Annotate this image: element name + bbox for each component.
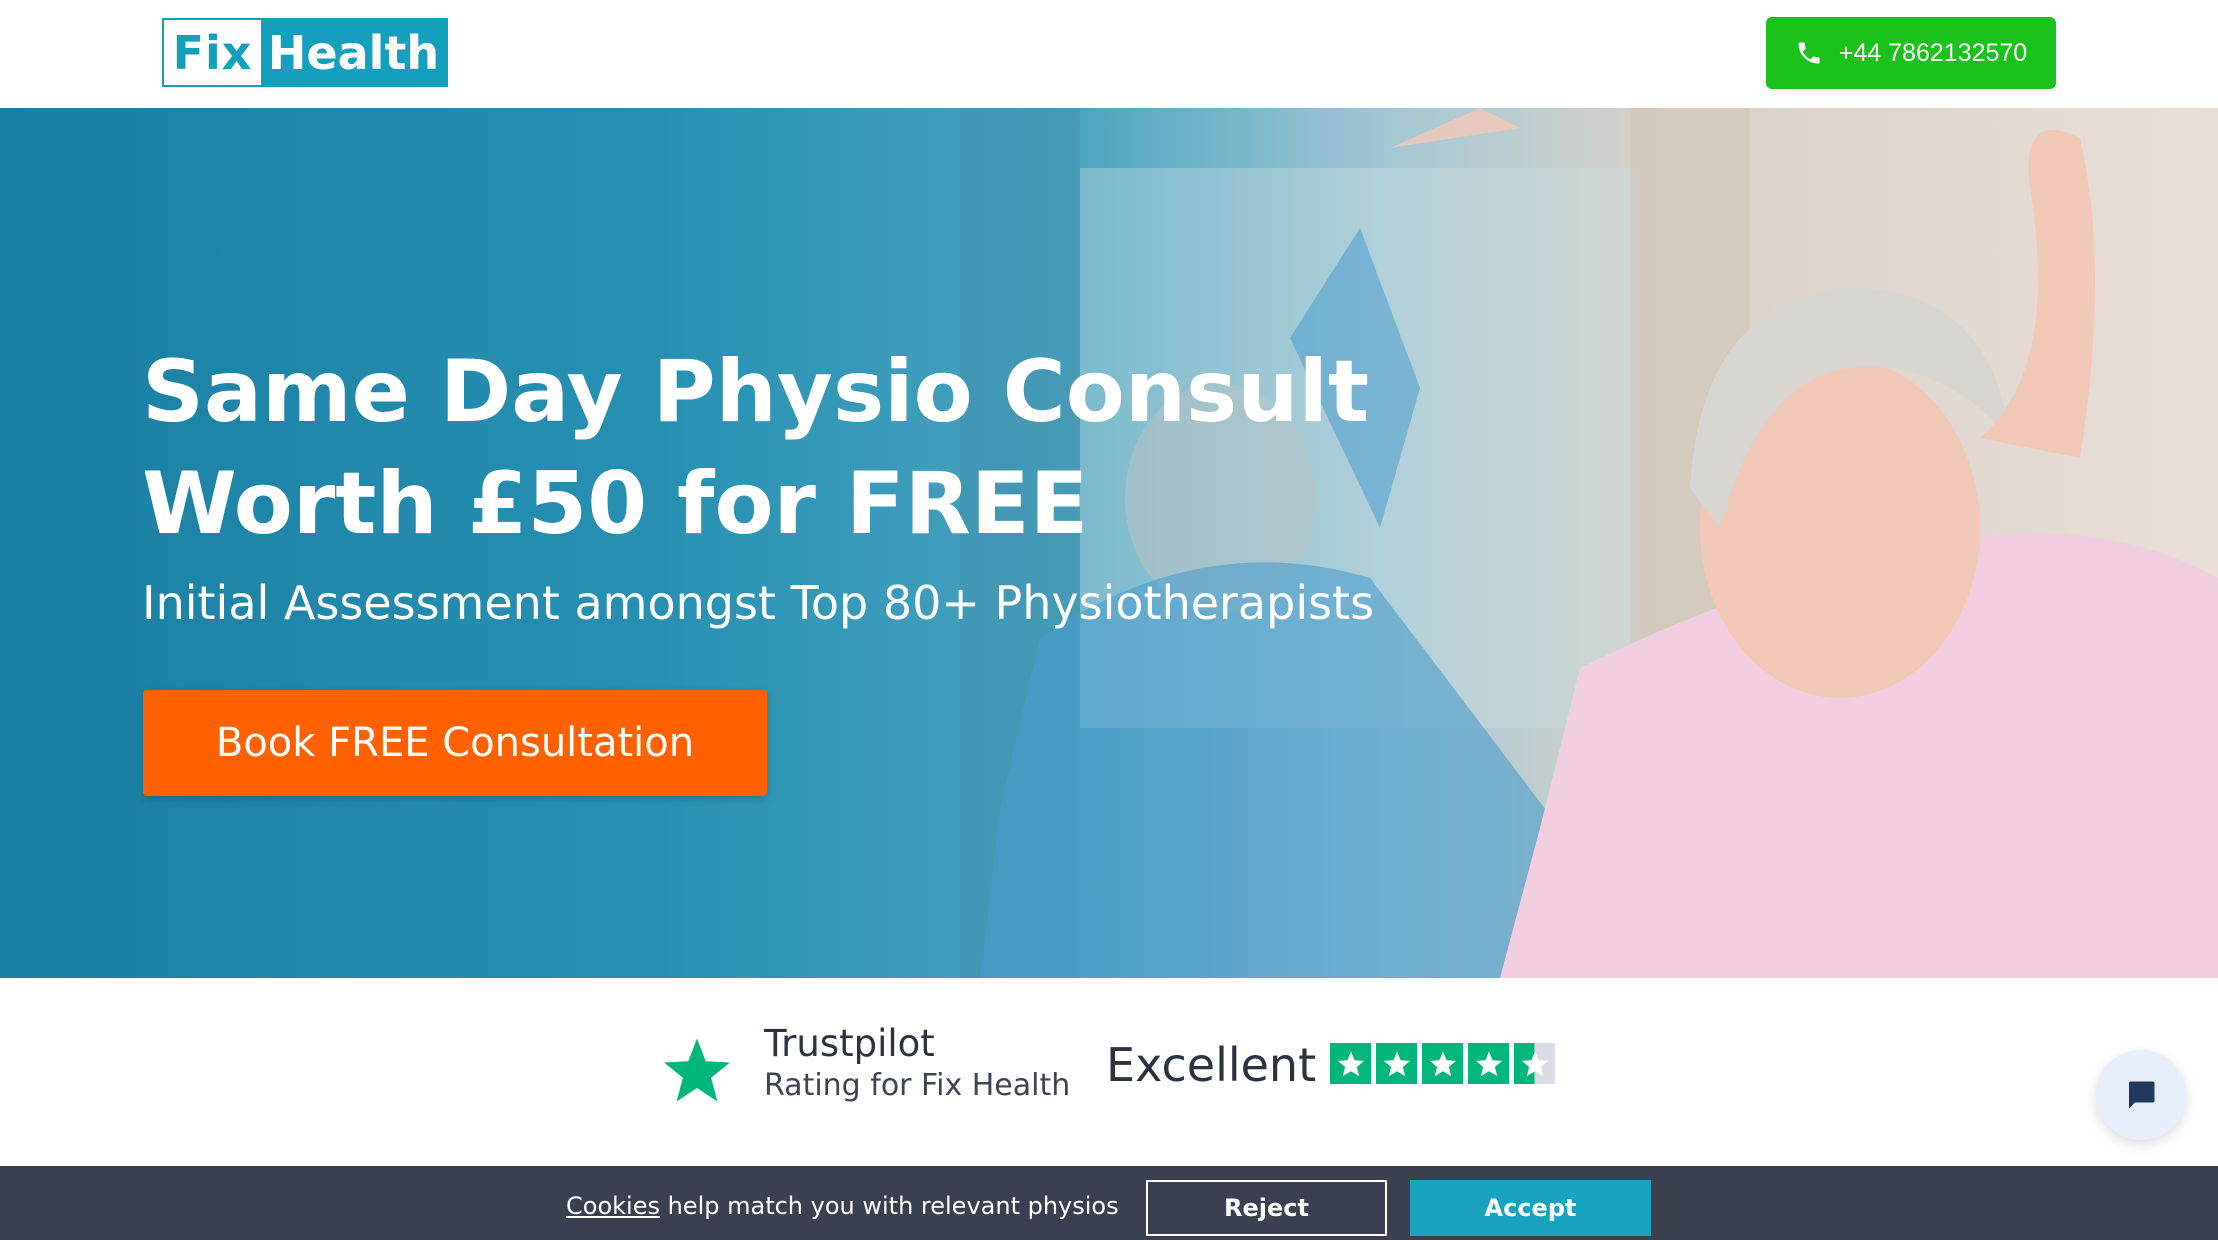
hero-title-line-1: Same Day Physio Consult <box>142 342 1370 442</box>
hero-title-line-2: Worth £50 for FREE <box>142 454 1089 554</box>
cookie-message-text: help match you with relevant physios <box>659 1192 1119 1220</box>
rating-star-4 <box>1468 1043 1509 1084</box>
chat-widget-button[interactable] <box>2096 1050 2186 1140</box>
reject-cookies-button[interactable]: Reject <box>1146 1180 1387 1236</box>
hero-subtitle: Initial Assessment amongst Top 80+ Physi… <box>142 576 1375 630</box>
phone-icon <box>1798 42 1820 64</box>
trustpilot-name: Trustpilot <box>764 1022 935 1065</box>
rating-star-1 <box>1330 1043 1371 1084</box>
rating-star-5-half <box>1514 1043 1555 1084</box>
trustpilot-star-icon <box>664 1038 730 1102</box>
book-consultation-button[interactable]: Book FREE Consultation <box>143 690 767 796</box>
cookie-consent-bar: Cookies help match you with relevant phy… <box>0 1166 2218 1240</box>
cookie-message: Cookies help match you with relevant phy… <box>566 1192 1119 1220</box>
trustpilot-rating-text: Rating for Fix Health <box>764 1068 1071 1103</box>
hero-banner: Same Day Physio Consult Worth £50 for FR… <box>0 108 2218 978</box>
accept-cookies-button[interactable]: Accept <box>1410 1180 1651 1236</box>
trustpilot-band: Trustpilot Rating for Fix Health Excelle… <box>0 978 2218 1148</box>
trustpilot-excellent-label: Excellent <box>1106 1038 1317 1092</box>
cookies-link[interactable]: Cookies <box>566 1192 660 1220</box>
phone-number: +44 7862132570 <box>1838 38 2028 67</box>
logo-health-text: Health <box>261 20 446 85</box>
site-header: Fix Health +44 7862132570 <box>0 0 2218 108</box>
call-phone-button[interactable]: +44 7862132570 <box>1766 17 2056 89</box>
rating-star-2 <box>1376 1043 1417 1084</box>
hero-title: Same Day Physio Consult Worth £50 for FR… <box>142 336 1392 560</box>
chat-bubble-icon <box>2129 1081 2155 1109</box>
logo-fix-text: Fix <box>164 20 261 85</box>
rating-star-3 <box>1422 1043 1463 1084</box>
fix-health-logo[interactable]: Fix Health <box>162 18 448 87</box>
trustpilot-star-rating[interactable] <box>1330 1043 1555 1084</box>
